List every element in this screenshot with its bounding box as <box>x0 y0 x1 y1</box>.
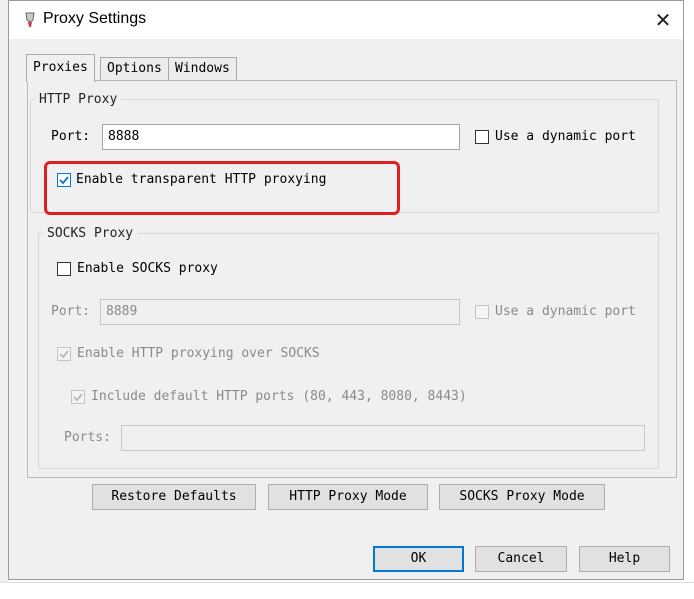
http-port-input[interactable]: 8888 <box>102 124 460 150</box>
title-bar: Proxy Settings ✕ <box>9 1 683 39</box>
dialog-title: Proxy Settings <box>43 10 147 27</box>
tab-windows[interactable]: Windows <box>168 57 237 81</box>
http-dynamic-port-checkbox[interactable] <box>475 130 489 144</box>
http-dynamic-port-label: Use a dynamic port <box>495 129 636 144</box>
annotation-highlight-box <box>44 161 400 215</box>
background-app-bottom-edge <box>0 582 694 599</box>
http-port-label: Port: <box>51 129 91 144</box>
background-app-right-edge <box>686 0 694 598</box>
socks-port-input[interactable]: 8889 <box>100 299 460 325</box>
socks-ports-label: Ports: <box>64 430 111 445</box>
app-icon <box>23 11 37 29</box>
socks-dynamic-port-checkbox[interactable] <box>475 305 489 319</box>
checkmark-icon <box>73 393 83 402</box>
close-button[interactable]: ✕ <box>645 5 681 35</box>
socks-ports-input[interactable] <box>121 425 645 451</box>
tab-options[interactable]: Options <box>100 57 169 81</box>
socks-proxy-mode-button[interactable]: SOCKS Proxy Mode <box>439 484 605 510</box>
restore-defaults-button[interactable]: Restore Defaults <box>92 484 256 510</box>
close-icon: ✕ <box>654 8 672 32</box>
enable-socks-checkbox[interactable] <box>57 262 71 276</box>
tab-proxies[interactable]: Proxies <box>26 54 95 82</box>
ok-button[interactable]: OK <box>373 546 464 572</box>
socks-port-label: Port: <box>51 304 91 319</box>
help-button[interactable]: Help <box>579 546 670 572</box>
checkmark-icon <box>59 350 69 359</box>
enable-socks-label: Enable SOCKS proxy <box>77 261 218 276</box>
http-proxy-mode-button[interactable]: HTTP Proxy Mode <box>268 484 428 510</box>
socks-proxy-legend: SOCKS Proxy <box>47 226 134 241</box>
background-app-left-edge <box>0 0 8 598</box>
socks-dynamic-port-label: Use a dynamic port <box>495 304 636 319</box>
http-over-socks-checkbox[interactable] <box>57 347 71 361</box>
http-proxy-legend: HTTP Proxy <box>39 92 118 107</box>
include-default-ports-checkbox[interactable] <box>71 390 85 404</box>
cancel-button[interactable]: Cancel <box>475 546 567 572</box>
http-over-socks-label: Enable HTTP proxying over SOCKS <box>77 346 320 361</box>
include-default-ports-label: Include default HTTP ports (80, 443, 808… <box>91 389 467 404</box>
